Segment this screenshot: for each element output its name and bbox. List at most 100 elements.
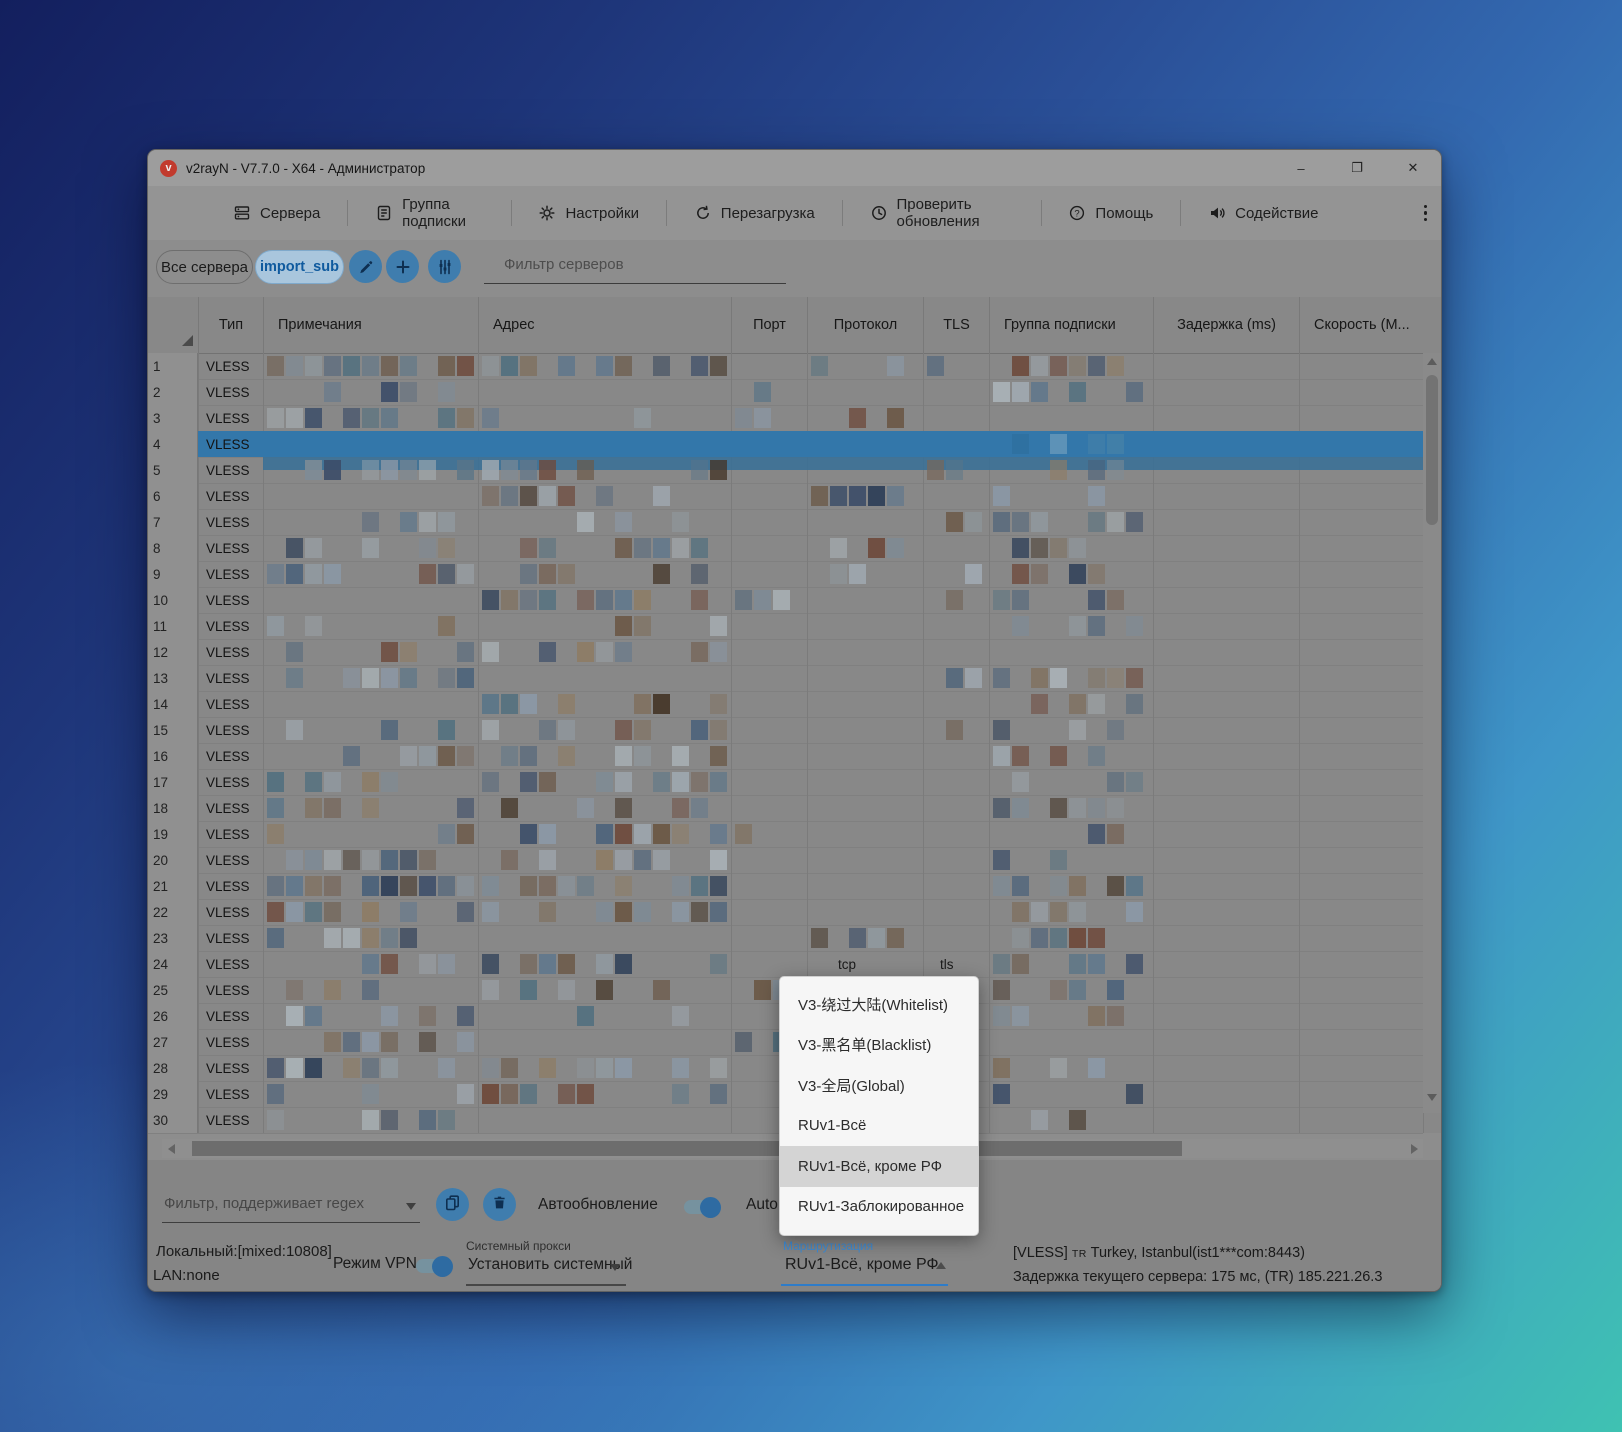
table-row[interactable]: 24VLESStcptls: [148, 951, 1423, 978]
table-row[interactable]: 8VLESS: [148, 535, 1423, 562]
menu-subscription-group[interactable]: Группа подписки: [348, 196, 511, 230]
redacted-cell-block: [1069, 720, 1086, 740]
menu-reload[interactable]: Перезагрузка: [667, 196, 842, 230]
redacted-cell-block: [267, 772, 284, 792]
header-select-all[interactable]: [148, 297, 198, 353]
scroll-right-icon[interactable]: [1405, 1144, 1423, 1154]
chevron-up-icon[interactable]: [936, 1262, 946, 1269]
header-tls[interactable]: TLS: [923, 297, 989, 353]
dropdown-item[interactable]: RUv1-Всё, кроме РФ: [780, 1146, 978, 1187]
table-row[interactable]: 3VLESS: [148, 405, 1423, 432]
menu-donate[interactable]: Содействие: [1181, 196, 1345, 230]
redacted-cell-block: [362, 1084, 379, 1104]
row-type: VLESS: [198, 639, 263, 665]
header-type[interactable]: Тип: [198, 297, 263, 353]
maximize-button[interactable]: ❐: [1329, 150, 1385, 186]
minimize-button[interactable]: –: [1273, 150, 1329, 186]
menu-help[interactable]: ? Помощь: [1041, 196, 1180, 230]
table-row[interactable]: 14VLESS: [148, 691, 1423, 718]
table-row[interactable]: 7VLESS: [148, 509, 1423, 536]
row-type: VLESS: [198, 561, 263, 587]
close-button[interactable]: ✕: [1385, 150, 1441, 186]
menu-settings[interactable]: Настройки: [511, 196, 666, 230]
table-row[interactable]: 20VLESS: [148, 847, 1423, 874]
redacted-cell-block: [596, 850, 613, 870]
scroll-left-icon[interactable]: [162, 1144, 180, 1154]
table-row[interactable]: 6VLESS: [148, 483, 1423, 510]
autoupdate-toggle[interactable]: [684, 1200, 718, 1214]
vertical-scrollbar-thumb[interactable]: [1426, 375, 1438, 525]
redacted-cell-block: [558, 876, 575, 896]
redacted-cell-block: [1069, 382, 1086, 402]
table-row[interactable]: 10VLESS: [148, 587, 1423, 614]
toolbar-row: Все сервера import_sub: [148, 240, 1441, 297]
scroll-down-icon[interactable]: [1423, 1089, 1441, 1105]
table-row[interactable]: 1VLESS: [148, 353, 1423, 380]
redacted-cell-block: [520, 564, 537, 584]
header-protocol[interactable]: Протокол: [807, 297, 923, 353]
title-bar[interactable]: v v2rayN - V7.7.0 - X64 - Администратор …: [148, 150, 1441, 186]
redacted-cell-block: [381, 382, 398, 402]
table-row[interactable]: 4VLESS: [148, 431, 1423, 458]
redacted-cell-block: [691, 720, 708, 740]
add-subscription-button[interactable]: [386, 250, 419, 283]
header-port[interactable]: Порт: [731, 297, 807, 353]
routing-combo[interactable]: RUv1-Всё, кроме РФ: [785, 1256, 939, 1274]
table-row[interactable]: 2VLESS: [148, 379, 1423, 406]
menu-servers[interactable]: Сервера: [206, 196, 347, 230]
table-row[interactable]: 21VLESS: [148, 873, 1423, 900]
redacted-cell-block: [419, 746, 436, 766]
header-delay[interactable]: Задержка (ms): [1153, 297, 1299, 353]
redacted-cell-block: [1107, 460, 1124, 480]
dropdown-item[interactable]: V3-绕过大陆(Whitelist): [780, 984, 978, 1025]
table-row[interactable]: 9VLESS: [148, 561, 1423, 588]
header-subscription[interactable]: Группа подписки: [989, 297, 1153, 353]
redacted-cell-block: [362, 928, 379, 948]
table-row[interactable]: 23VLESS: [148, 925, 1423, 952]
redacted-cell-block: [1031, 694, 1048, 714]
copy-button[interactable]: [436, 1188, 469, 1221]
advanced-filter-button[interactable]: [428, 250, 461, 283]
table-row[interactable]: 19VLESS: [148, 821, 1423, 848]
redacted-cell-block: [946, 668, 963, 688]
sysproxy-combo[interactable]: Установить системный: [468, 1256, 632, 1274]
header-address[interactable]: Адрес: [478, 297, 731, 353]
menu-check-updates[interactable]: Проверить обновления: [843, 196, 1041, 230]
table-row[interactable]: 12VLESS: [148, 639, 1423, 666]
redacted-cell-block: [946, 512, 963, 532]
horizontal-scrollbar-thumb[interactable]: [192, 1141, 1182, 1156]
redacted-cell-block: [653, 564, 670, 584]
more-menu-icon[interactable]: [1410, 205, 1442, 222]
table-row[interactable]: 16VLESS: [148, 743, 1423, 770]
redacted-cell-block: [362, 668, 379, 688]
vpn-mode-toggle[interactable]: [416, 1259, 450, 1273]
scroll-up-icon[interactable]: [1423, 353, 1441, 369]
table-row[interactable]: 22VLESS: [148, 899, 1423, 926]
redacted-cell-block: [653, 538, 670, 558]
redacted-cell-block: [1088, 746, 1105, 766]
dropdown-item[interactable]: V3-黑名单(Blacklist): [780, 1025, 978, 1066]
dropdown-item[interactable]: RUv1-Всё: [780, 1106, 978, 1147]
redacted-cell-block: [324, 798, 341, 818]
redacted-cell-block: [1126, 772, 1143, 792]
header-speed[interactable]: Скорость (M...: [1299, 297, 1423, 353]
dropdown-item[interactable]: V3-全局(Global): [780, 1065, 978, 1106]
table-row[interactable]: 11VLESS: [148, 613, 1423, 640]
delete-button[interactable]: [483, 1188, 516, 1221]
redacted-cell-block: [362, 798, 379, 818]
regex-filter-combo[interactable]: Фильтр, поддерживает regex: [162, 1191, 420, 1221]
server-filter-input[interactable]: Фильтр серверов: [484, 248, 786, 284]
table-row[interactable]: 17VLESS: [148, 769, 1423, 796]
table-row[interactable]: 18VLESS: [148, 795, 1423, 822]
redacted-cell-block: [672, 876, 689, 896]
tab-all-servers[interactable]: Все сервера: [156, 250, 253, 284]
dropdown-item[interactable]: RUv1-Заблокированное: [780, 1187, 978, 1228]
row-type: VLESS: [198, 1107, 263, 1133]
vertical-scrollbar[interactable]: [1423, 353, 1441, 1113]
table-row[interactable]: 13VLESS: [148, 665, 1423, 692]
table-row[interactable]: 15VLESS: [148, 717, 1423, 744]
header-remarks[interactable]: Примечания: [263, 297, 478, 353]
tab-import-sub[interactable]: import_sub: [255, 250, 344, 284]
edit-subscription-button[interactable]: [349, 250, 382, 283]
chevron-down-icon[interactable]: [610, 1264, 620, 1271]
